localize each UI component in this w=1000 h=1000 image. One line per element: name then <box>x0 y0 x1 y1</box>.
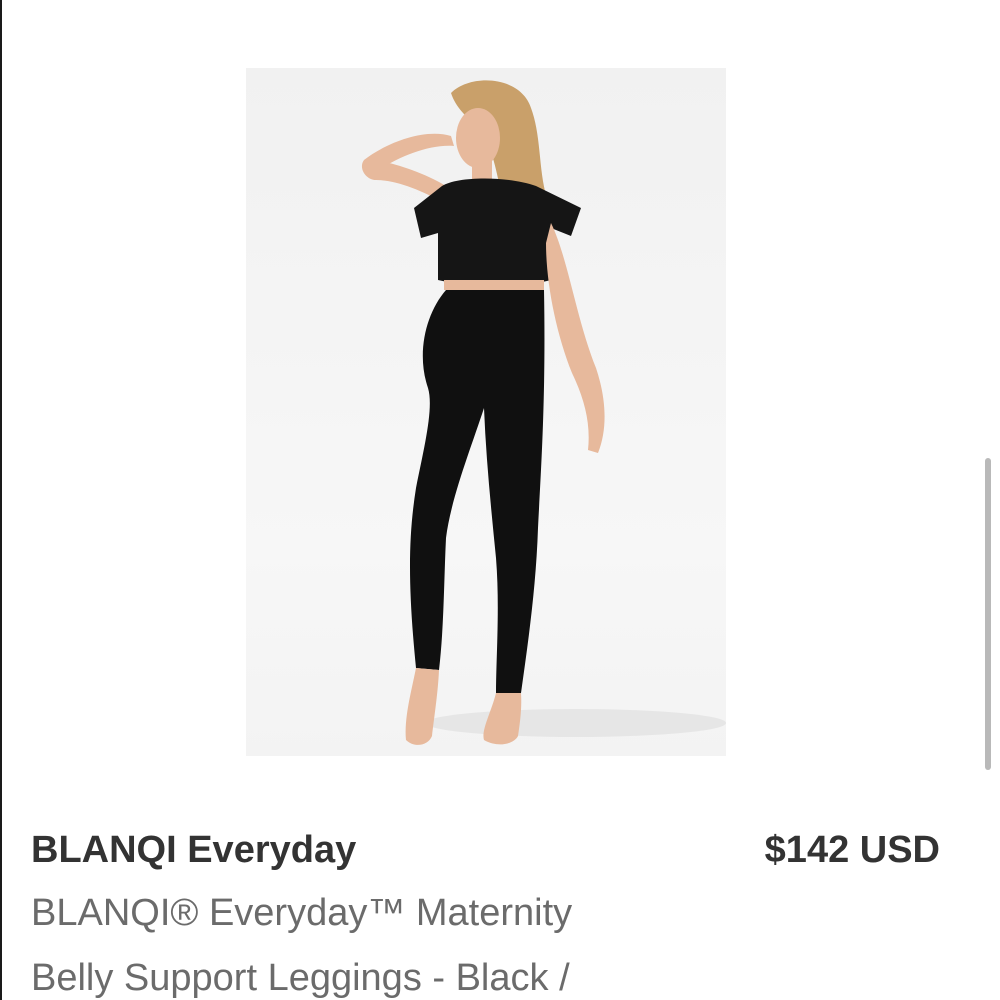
product-price: $142 USD <box>764 829 940 871</box>
product-title-line-1: BLANQI® Everyday™ Maternity <box>31 892 573 934</box>
window-edge <box>0 0 2 1000</box>
vertical-scrollbar[interactable] <box>985 458 991 770</box>
product-title-line-2: Belly Support Leggings - Black / <box>31 957 570 999</box>
model-photo-illustration <box>361 80 726 745</box>
product-image[interactable] <box>246 68 726 756</box>
product-brand: BLANQI Everyday <box>31 829 357 871</box>
